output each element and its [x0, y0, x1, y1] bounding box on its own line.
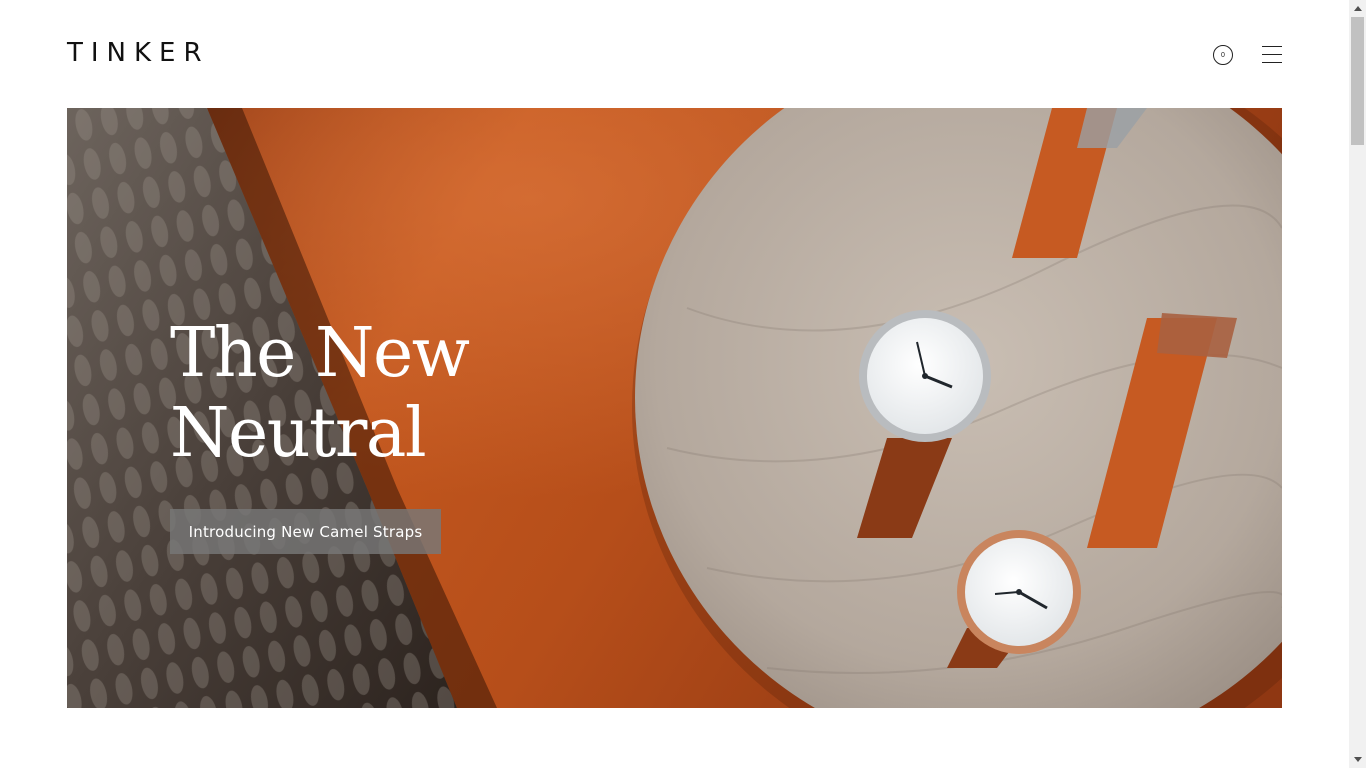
hamburger-menu-icon[interactable] [1262, 46, 1282, 64]
hero-title-line-1: The New [170, 314, 470, 393]
page-scrollbar[interactable] [1349, 0, 1366, 768]
cart-count: 0 [1221, 51, 1225, 59]
cart-icon[interactable]: 0 [1213, 45, 1233, 65]
hero-banner: The New Neutral Introducing New Camel St… [67, 108, 1282, 708]
scroll-down-arrow-icon[interactable] [1349, 751, 1366, 768]
scrollbar-thumb[interactable] [1351, 17, 1364, 145]
scroll-up-arrow-icon[interactable] [1349, 0, 1366, 17]
introducing-camel-straps-button[interactable]: Introducing New Camel Straps [170, 509, 441, 554]
hero-title: The New Neutral [170, 314, 470, 474]
tinker-logo[interactable]: TINKER [67, 40, 210, 66]
hero-title-line-2: Neutral [170, 394, 427, 473]
site-header: TINKER 0 [0, 0, 1349, 108]
